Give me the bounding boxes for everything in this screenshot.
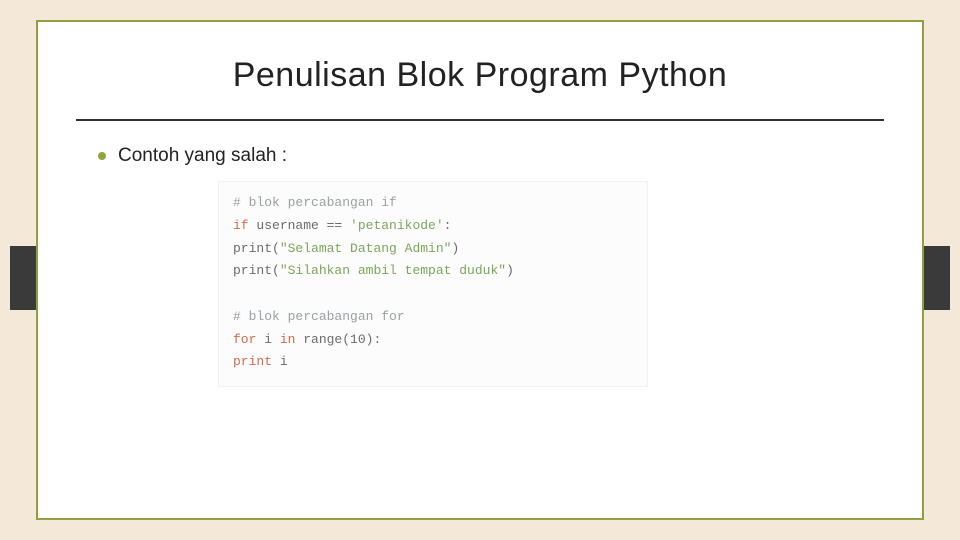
- code-line: print i: [233, 351, 633, 374]
- code-comment: # blok percabangan if: [233, 195, 397, 210]
- slide-frame: Penulisan Blok Program Python Contoh yan…: [36, 20, 924, 520]
- bullet-item: Contoh yang salah :: [98, 145, 862, 167]
- code-paren: (: [272, 241, 280, 256]
- code-string: "Silahkan ambil tempat duduk": [280, 263, 506, 278]
- slide-content: Contoh yang salah : # blok percabangan i…: [38, 121, 922, 387]
- code-operator: ==: [327, 218, 343, 233]
- code-block: # blok percabangan if if username == 'pe…: [218, 181, 648, 387]
- bullet-dot-icon: [98, 152, 106, 160]
- code-number: 10: [350, 332, 366, 347]
- code-colon: :: [373, 332, 381, 347]
- code-paren: ): [451, 241, 459, 256]
- code-string: "Selamat Datang Admin": [280, 241, 452, 256]
- code-line: if username == 'petanikode':: [233, 215, 633, 238]
- code-func: print: [233, 263, 272, 278]
- code-line-blank: [233, 283, 633, 306]
- code-comment: # blok percabangan for: [233, 309, 405, 324]
- code-ident: i: [272, 354, 288, 369]
- code-keyword: print: [233, 354, 272, 369]
- code-paren: (: [342, 332, 350, 347]
- code-line: print("Selamat Datang Admin"): [233, 238, 633, 261]
- right-side-tab: [922, 246, 950, 310]
- code-paren: ): [506, 263, 514, 278]
- code-keyword: if: [233, 218, 249, 233]
- code-line: # blok percabangan for: [233, 306, 633, 329]
- left-side-tab: [10, 246, 38, 310]
- code-ident: i: [256, 332, 279, 347]
- code-paren: (: [272, 263, 280, 278]
- code-space: [342, 218, 350, 233]
- code-line: # blok percabangan if: [233, 192, 633, 215]
- code-ident: username: [249, 218, 327, 233]
- code-keyword: in: [280, 332, 296, 347]
- bullet-text: Contoh yang salah :: [118, 145, 287, 167]
- code-line: print("Silahkan ambil tempat duduk"): [233, 260, 633, 283]
- code-string: 'petanikode': [350, 218, 444, 233]
- code-func: range: [295, 332, 342, 347]
- code-func: print: [233, 241, 272, 256]
- code-colon: :: [444, 218, 452, 233]
- code-line: for i in range(10):: [233, 329, 633, 352]
- slide-title: Penulisan Blok Program Python: [38, 56, 922, 95]
- code-keyword: for: [233, 332, 256, 347]
